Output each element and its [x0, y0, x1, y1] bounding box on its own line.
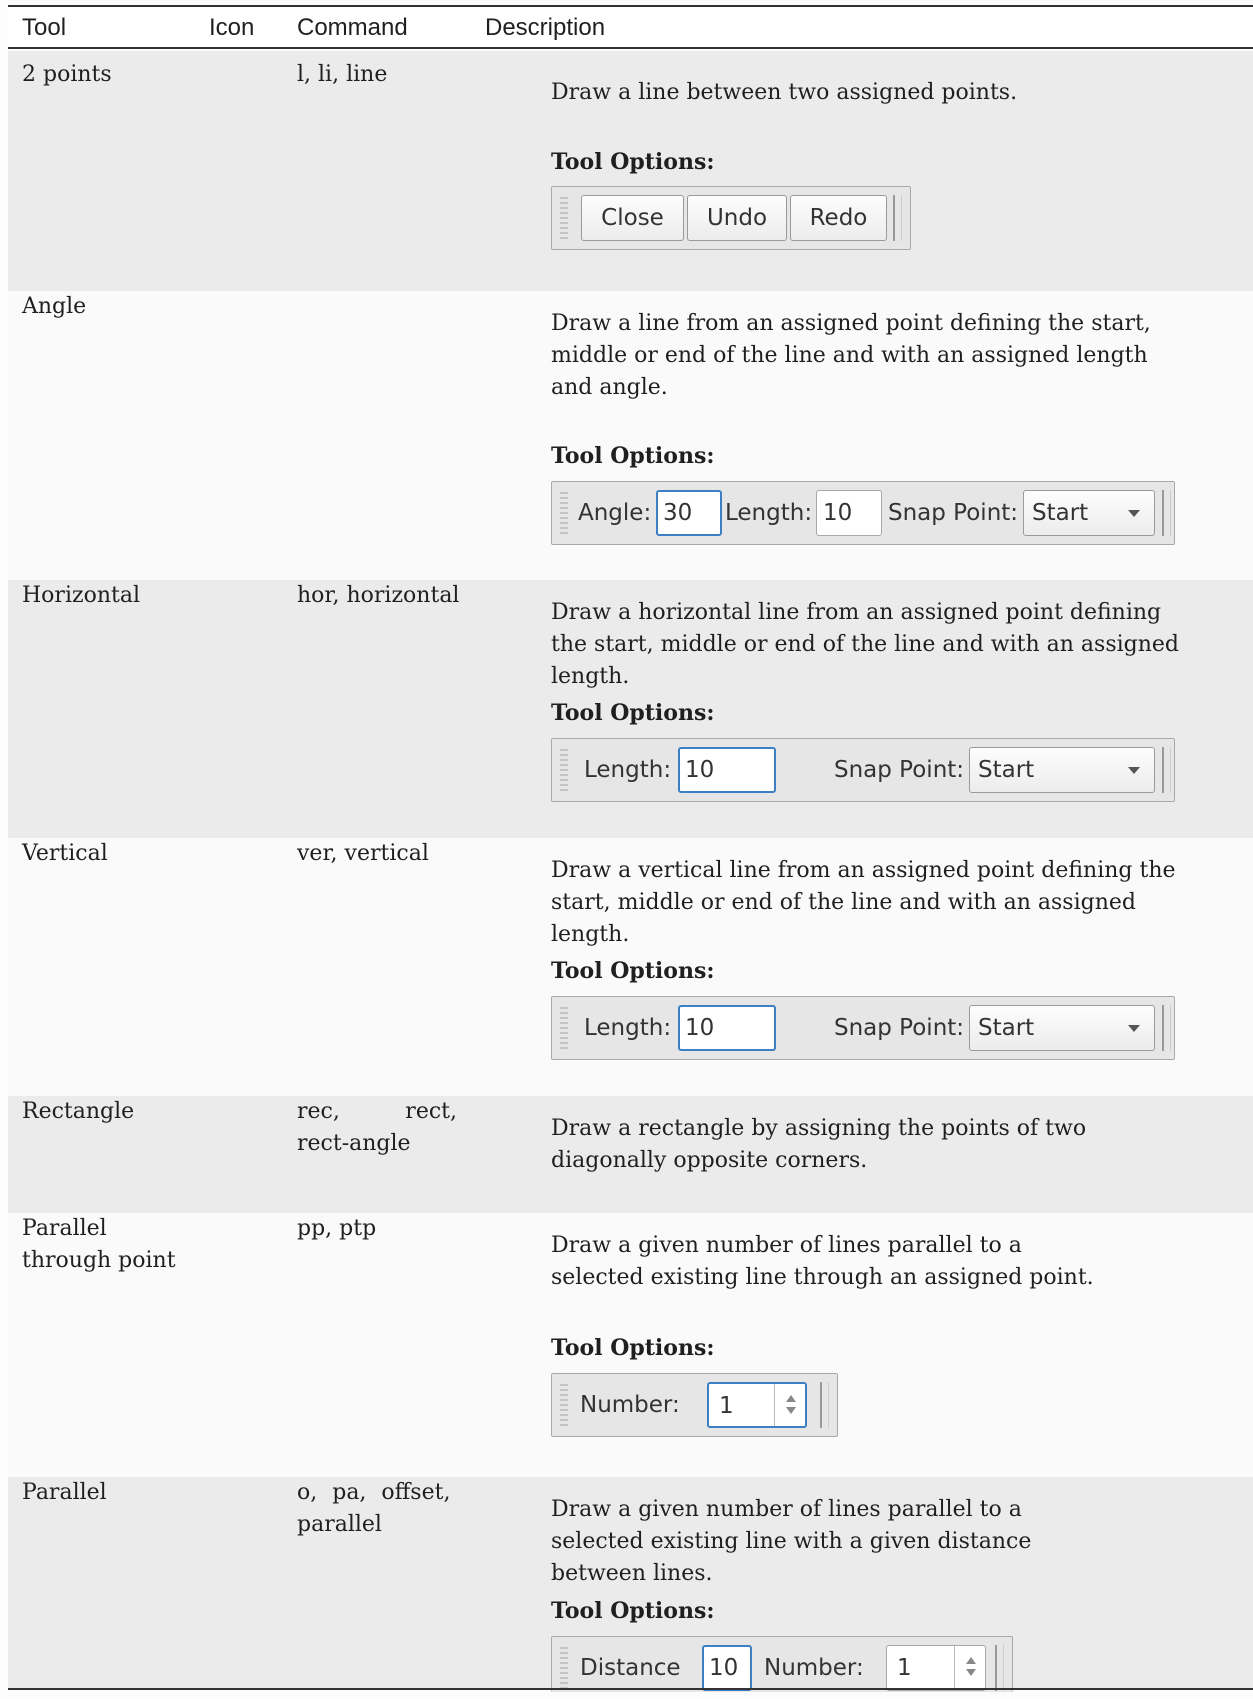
snap-point-label: Snap Point: — [888, 500, 1019, 526]
tool-command: ver, vertical — [297, 841, 429, 866]
undo-button[interactable]: Undo — [687, 195, 787, 241]
tool-options-label: Tool Options: — [551, 1598, 715, 1624]
tool-options-label: Tool Options: — [551, 149, 715, 175]
tool-options-toolbar: Distance 10 Number: 1 — [551, 1636, 1013, 1692]
snap-point-label: Snap Point: — [834, 757, 965, 783]
tool-description: Draw a horizontal line from an assigned … — [551, 600, 1179, 689]
redo-button[interactable]: Redo — [790, 195, 887, 241]
number-value: 1 — [897, 1655, 912, 1681]
toolbar-grip-icon[interactable] — [560, 1384, 568, 1426]
tool-options-toolbar: Length: 10 Snap Point: Start — [551, 996, 1175, 1060]
table-row: Vertical ver, vertical Draw a vertical l… — [8, 838, 1253, 1096]
angle-label: Angle: — [578, 500, 652, 526]
tool-options-toolbar: Close Undo Redo — [551, 186, 911, 250]
table-row: Parallel through point pp, ptp Draw a gi… — [8, 1213, 1253, 1477]
tool-options-label: Tool Options: — [551, 958, 715, 984]
toolbar-end-handle — [995, 1645, 1004, 1691]
tool-name: Vertical — [22, 841, 108, 866]
distance-input[interactable]: 10 — [702, 1645, 752, 1691]
chevron-down-icon — [1128, 1025, 1140, 1032]
length-label: Length: — [584, 1015, 672, 1041]
table-bottom-border — [8, 1688, 1253, 1690]
tool-description: Draw a rectangle by assigning the points… — [551, 1116, 1087, 1173]
header-command: Command — [297, 14, 408, 41]
chevron-down-icon — [1128, 767, 1140, 774]
number-value: 1 — [719, 1393, 734, 1419]
toolbar-end-handle — [1162, 1005, 1171, 1051]
tool-name: Parallel — [22, 1480, 107, 1505]
arrow-down-icon[interactable] — [966, 1669, 976, 1676]
header-icon: Icon — [209, 14, 255, 41]
number-spinbox[interactable]: 1 — [886, 1645, 986, 1691]
tool-options-label: Tool Options: — [551, 1335, 715, 1361]
header-description: Description — [485, 14, 606, 41]
spin-buttons[interactable] — [774, 1384, 805, 1426]
tool-name: Angle — [22, 294, 87, 319]
arrow-up-icon[interactable] — [786, 1395, 796, 1402]
tool-command: o, pa, offset, parallel — [297, 1480, 451, 1537]
angle-input[interactable]: 30 — [656, 490, 722, 536]
snap-point-select[interactable]: Start — [969, 1005, 1155, 1051]
table-row: Rectangle rec, rect, rect-angle Draw a r… — [8, 1096, 1253, 1213]
tool-name: Horizontal — [22, 583, 140, 608]
tool-description: Draw a given number of lines parallel to… — [551, 1233, 1094, 1290]
tool-description: Draw a line between two assigned points. — [551, 80, 1018, 105]
table-row: Parallel o, pa, offset, parallel Draw a … — [8, 1477, 1253, 1692]
tool-name: Rectangle — [22, 1099, 135, 1124]
number-spinbox[interactable]: 1 — [707, 1382, 807, 1428]
snap-point-label: Snap Point: — [834, 1015, 965, 1041]
table-row: Angle Draw a line from an assigned point… — [8, 291, 1253, 580]
tool-command: pp, ptp — [297, 1216, 377, 1241]
toolbar-end-handle — [893, 195, 902, 241]
spin-buttons[interactable] — [954, 1646, 985, 1690]
tool-name: Parallel through point — [22, 1216, 176, 1273]
tool-command: hor, horizontal — [297, 583, 460, 608]
toolbar-grip-icon[interactable] — [560, 1647, 568, 1689]
tool-options-toolbar: Angle: 30 Length: 10 Snap Point: Start — [551, 481, 1175, 545]
toolbar-end-handle — [820, 1382, 829, 1428]
length-label: Length: — [725, 500, 813, 526]
tool-options-label: Tool Options: — [551, 700, 715, 726]
snap-point-select[interactable]: Start — [969, 747, 1155, 793]
tool-options-toolbar: Number: 1 — [551, 1373, 838, 1437]
toolbar-grip-icon[interactable] — [560, 197, 568, 239]
toolbar-grip-icon[interactable] — [560, 749, 568, 791]
snap-point-select[interactable]: Start — [1023, 490, 1155, 536]
number-label: Number: — [580, 1392, 680, 1418]
table-header: Tool Icon Command Description — [8, 5, 1253, 49]
tool-name: 2 points — [22, 62, 112, 87]
snap-point-value: Start — [978, 757, 1035, 783]
chevron-down-icon — [1128, 510, 1140, 517]
tool-description: Draw a given number of lines parallel to… — [551, 1497, 1032, 1586]
arrow-down-icon[interactable] — [786, 1407, 796, 1414]
tool-description: Draw a vertical line from an assigned po… — [551, 858, 1176, 947]
length-input[interactable]: 10 — [678, 1005, 776, 1051]
tool-options-toolbar: Length: 10 Snap Point: Start — [551, 738, 1175, 802]
table-row: 2 points l, li, line Draw a line between… — [8, 51, 1253, 291]
length-input[interactable]: 10 — [816, 490, 882, 536]
toolbar-grip-icon[interactable] — [560, 492, 568, 534]
toolbar-end-handle — [1162, 490, 1171, 536]
toolbar-grip-icon[interactable] — [560, 1007, 568, 1049]
tool-command: l, li, line — [297, 62, 388, 87]
snap-point-value: Start — [1032, 500, 1089, 526]
table-row: Horizontal hor, horizontal Draw a horizo… — [8, 580, 1253, 838]
arrow-up-icon[interactable] — [966, 1657, 976, 1664]
snap-point-value: Start — [978, 1015, 1035, 1041]
close-button[interactable]: Close — [581, 195, 684, 241]
length-label: Length: — [584, 757, 672, 783]
length-input[interactable]: 10 — [678, 747, 776, 793]
tool-command: rec, rect, rect-angle — [297, 1099, 457, 1156]
toolbar-end-handle — [1162, 747, 1171, 793]
tool-description: Draw a line from an assigned point defin… — [551, 311, 1151, 400]
tool-options-label: Tool Options: — [551, 443, 715, 469]
header-tool: Tool — [22, 14, 67, 41]
